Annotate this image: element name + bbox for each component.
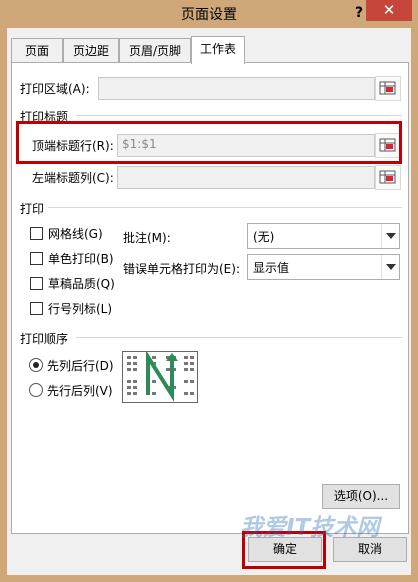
gridlines-label: 网格线(G) bbox=[48, 227, 103, 241]
comments-label: 批注(M): bbox=[123, 231, 171, 245]
print-area-label: 打印区域(A): bbox=[20, 82, 90, 96]
top-rows-highlight bbox=[16, 121, 402, 164]
print-heading: 打印 bbox=[20, 202, 45, 216]
chevron-down-icon bbox=[381, 255, 399, 279]
down-then-over-radio[interactable] bbox=[29, 358, 43, 372]
print-area-picker-button[interactable] bbox=[375, 76, 401, 101]
draft-quality-checkbox[interactable] bbox=[30, 277, 43, 290]
comments-select[interactable]: (无) bbox=[247, 223, 400, 249]
range-picker-icon bbox=[379, 81, 396, 95]
options-button[interactable]: 选项(O)... bbox=[322, 484, 400, 509]
print-area-input[interactable] bbox=[98, 77, 375, 100]
tab-header-footer[interactable]: 页眉/页脚 bbox=[119, 38, 191, 63]
print-divider bbox=[48, 207, 402, 208]
cell-errors-select[interactable]: 显示值 bbox=[247, 254, 400, 280]
left-cols-picker-button[interactable] bbox=[375, 165, 401, 190]
cell-errors-label: 错误单元格打印为(E): bbox=[123, 262, 240, 276]
left-cols-input[interactable] bbox=[117, 166, 375, 189]
black-white-label: 单色打印(B) bbox=[48, 252, 114, 266]
chevron-down-icon bbox=[381, 224, 399, 248]
tab-margins[interactable]: 页边距 bbox=[63, 38, 119, 63]
page-setup-dialog: 页面设置 ? ✕ 页面 页边距 页眉/页脚 工作表 打印区域(A): 打印标题 … bbox=[0, 0, 418, 582]
dialog-body: 页面 页边距 页眉/页脚 工作表 打印区域(A): 打印标题 顶端标题行(R):… bbox=[7, 28, 411, 575]
range-picker-icon bbox=[379, 170, 396, 184]
tab-page[interactable]: 页面 bbox=[11, 38, 63, 63]
gridlines-checkbox[interactable] bbox=[30, 227, 43, 240]
black-white-checkbox[interactable] bbox=[30, 252, 43, 265]
page-order-preview-icon bbox=[122, 351, 198, 403]
title-bar: 页面设置 ? ✕ bbox=[0, 0, 418, 28]
draft-quality-label: 草稿品质(Q) bbox=[48, 277, 115, 291]
sheet-panel: 打印区域(A): 打印标题 顶端标题行(R): $1:$1 左端标题列(C): … bbox=[11, 62, 409, 534]
page-order-divider bbox=[76, 337, 402, 338]
site-watermark: 我爱IT技术网 bbox=[240, 515, 380, 541]
page-order-heading: 打印顺序 bbox=[20, 332, 69, 346]
over-then-down-label: 先行后列(V) bbox=[47, 384, 113, 398]
row-col-headings-checkbox[interactable] bbox=[30, 302, 43, 315]
tab-sheet[interactable]: 工作表 bbox=[191, 36, 245, 64]
left-cols-label: 左端标题列(C): bbox=[32, 171, 114, 185]
close-button[interactable]: ✕ bbox=[366, 0, 412, 21]
down-then-over-label: 先列后行(D) bbox=[47, 359, 114, 373]
over-then-down-radio[interactable] bbox=[29, 383, 43, 397]
row-col-headings-label: 行号列标(L) bbox=[48, 302, 113, 316]
print-titles-divider bbox=[76, 115, 402, 116]
